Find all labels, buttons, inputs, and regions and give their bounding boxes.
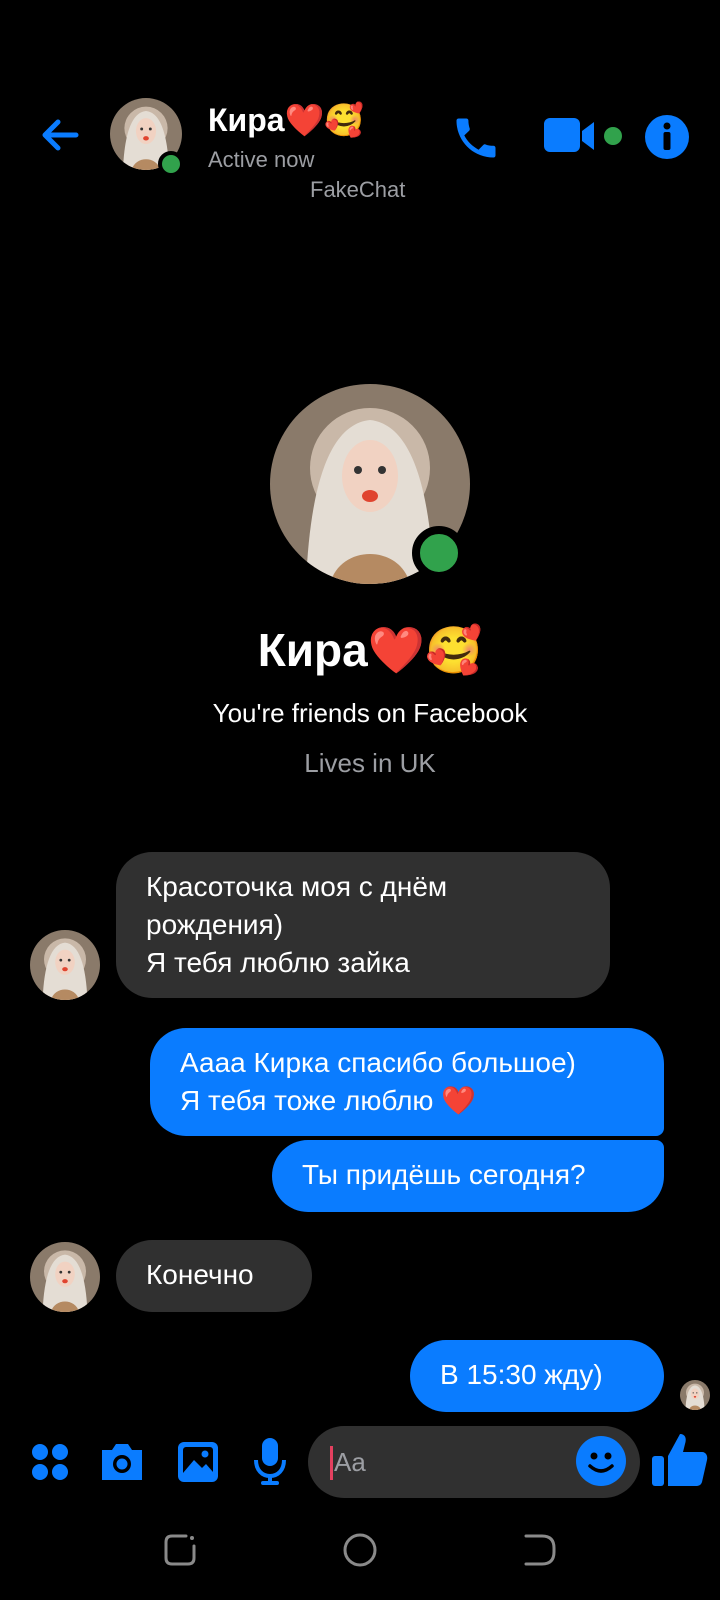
microphone-icon [254, 1438, 286, 1485]
message-bubble-incoming[interactable]: Конечно [116, 1240, 312, 1312]
text-cursor [330, 1446, 333, 1480]
smiley-icon [588, 1452, 614, 1473]
lives-in-text: Lives in UK [304, 748, 436, 778]
info-icon [645, 115, 689, 159]
seen-receipt-avatar [680, 1380, 710, 1410]
back-nav-button[interactable] [522, 1532, 558, 1568]
like-button[interactable] [650, 1430, 710, 1490]
arrow-left-icon [42, 119, 79, 151]
message-bubble-outgoing[interactable]: Аааа Кирка спасибо большое) Я тебя тоже … [150, 1028, 664, 1136]
profile-name: Кира❤️🥰 [257, 624, 483, 676]
message-line: рождения) [146, 909, 284, 940]
message-line: Аааа Кирка спасибо большое) [180, 1047, 576, 1078]
message-bubble-incoming[interactable]: Красоточка моя с днём рождения) Я тебя л… [116, 852, 610, 998]
gallery-button[interactable] [176, 1440, 220, 1484]
message-line: Красоточка моя с днём [146, 871, 448, 902]
contact-name[interactable]: Кира❤️🥰 [208, 100, 364, 140]
thumbs-up-icon [652, 1434, 708, 1486]
friends-text: You're friends on Facebook [212, 698, 528, 728]
back-nav-icon [524, 1534, 556, 1566]
message-avatar[interactable] [30, 1242, 100, 1312]
profile-online-indicator [412, 526, 466, 580]
online-indicator [158, 151, 184, 177]
active-status: Active now [208, 147, 315, 172]
message-bubble-outgoing[interactable]: Ты придёшь сегодня? [272, 1140, 664, 1212]
camera-icon [102, 1444, 142, 1480]
recent-apps-icon [164, 1534, 196, 1566]
grid-dots-icon [32, 1444, 68, 1480]
apps-button[interactable] [30, 1442, 70, 1482]
message-bubble-outgoing[interactable]: В 15:30 жду) [410, 1340, 664, 1412]
message-avatar[interactable] [30, 930, 100, 1000]
microphone-button[interactable] [252, 1436, 288, 1486]
video-camera-icon [544, 118, 594, 152]
message-line: Конечно [146, 1259, 254, 1290]
recent-apps-button[interactable] [162, 1532, 198, 1568]
call-button[interactable] [450, 112, 502, 164]
video-call-button[interactable] [544, 114, 604, 158]
info-button[interactable] [644, 114, 690, 160]
phone-icon [456, 118, 496, 158]
message-line: В 15:30 жду) [440, 1359, 603, 1390]
message-line: Я тебя тоже люблю ❤️ [180, 1085, 477, 1116]
back-button[interactable] [36, 110, 86, 160]
home-circle-icon [343, 1533, 377, 1567]
message-line: Ты придёшь сегодня? [302, 1159, 586, 1190]
camera-button[interactable] [98, 1440, 146, 1484]
home-button[interactable] [342, 1532, 378, 1568]
video-active-dot [604, 127, 622, 145]
emoji-button[interactable] [576, 1436, 626, 1486]
message-line: Я тебя люблю зайка [146, 947, 410, 978]
message-input-placeholder: Aa [334, 1447, 366, 1477]
watermark: FakeChat [310, 177, 406, 202]
image-icon [178, 1442, 218, 1482]
